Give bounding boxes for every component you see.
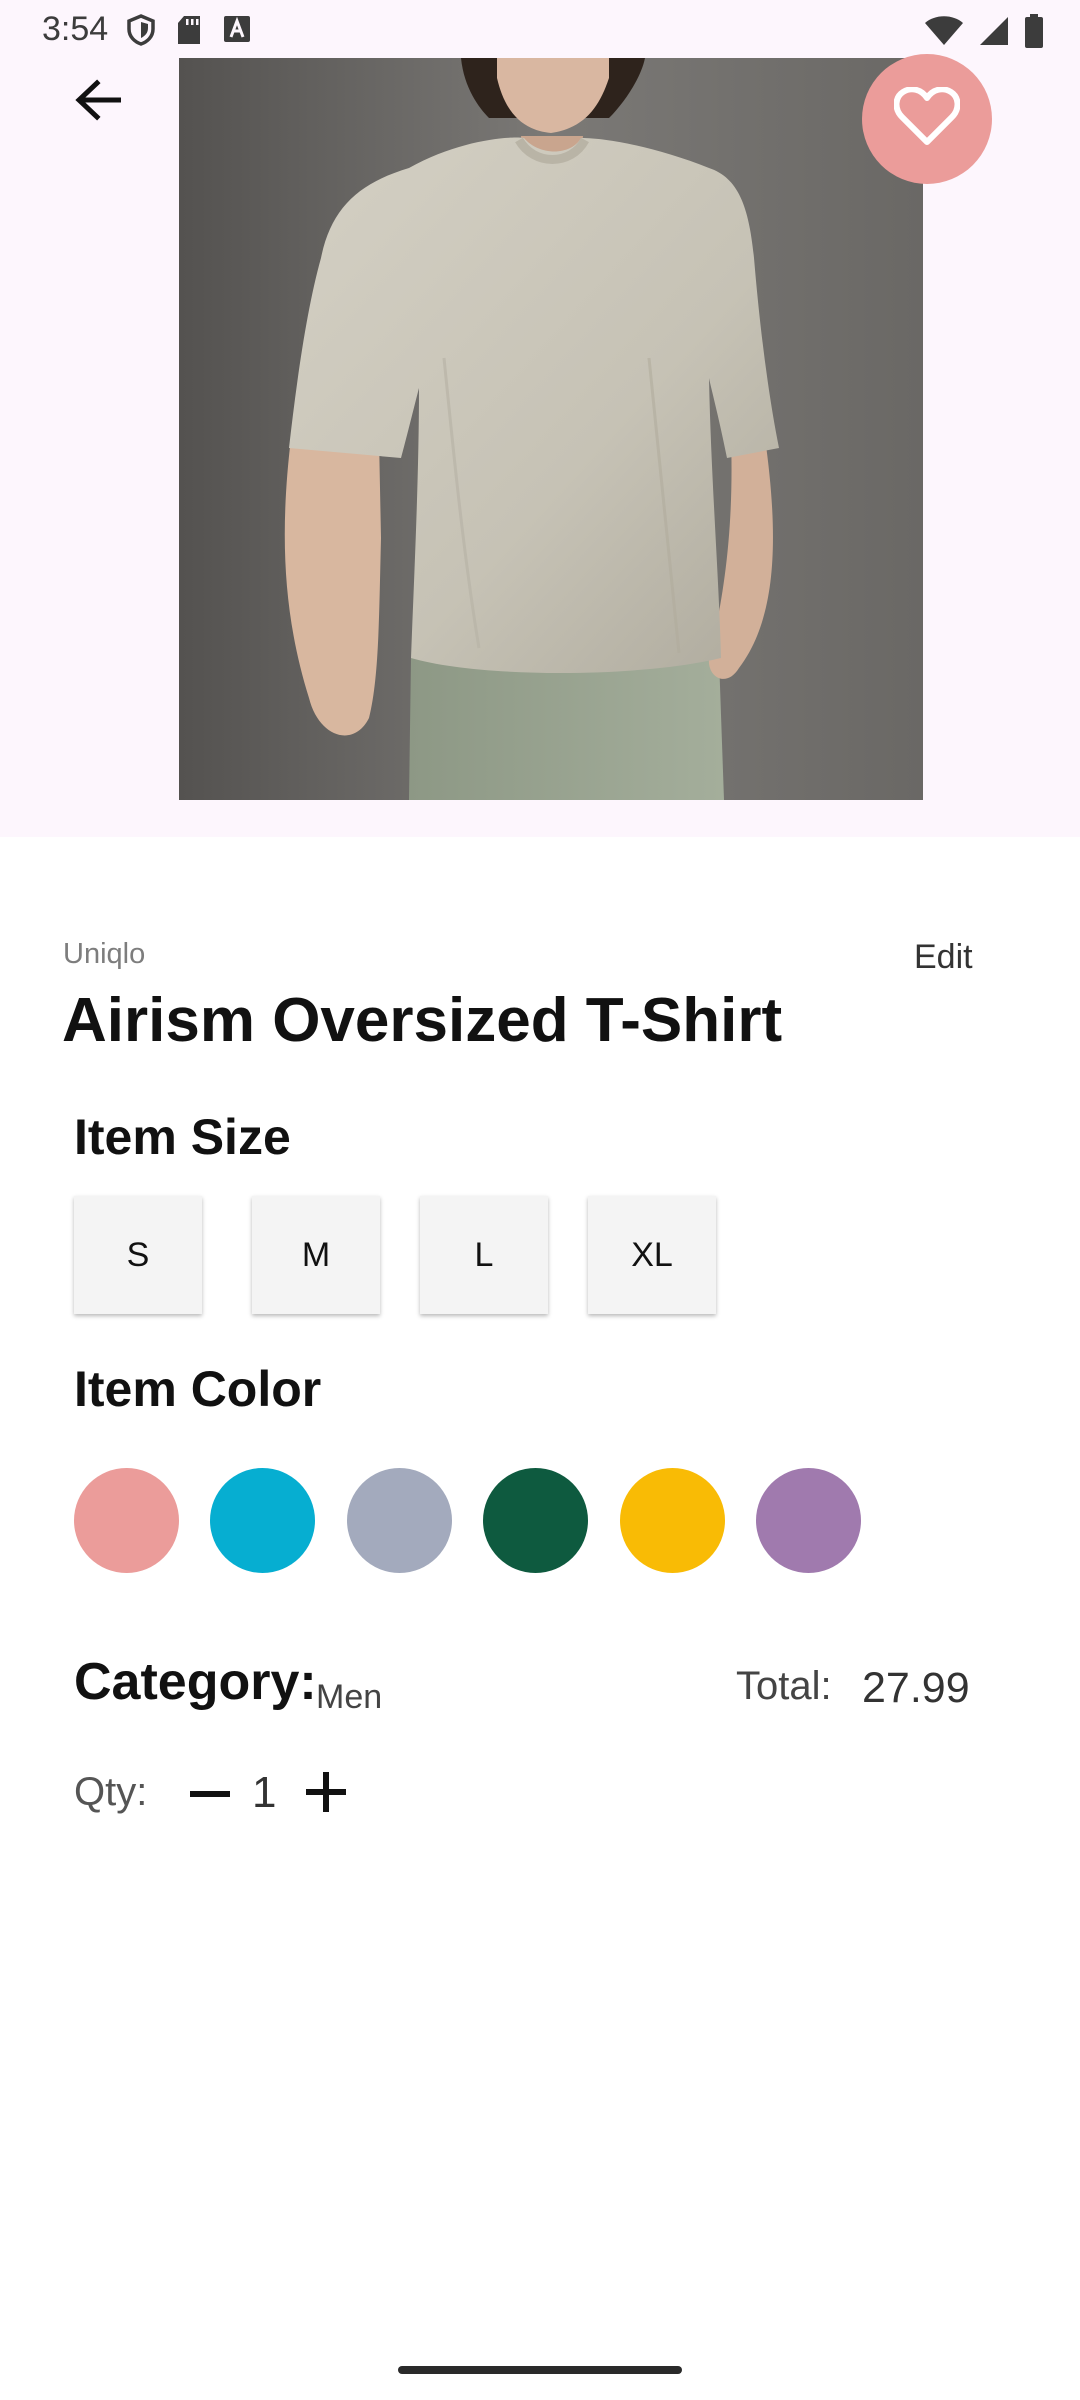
product-photo <box>179 58 923 800</box>
product-detail-screen: 3:54 Uniqlo Edit Airism Oversized T-Shir… <box>0 0 1080 2400</box>
status-icons-right <box>924 14 1044 53</box>
qty-value: 1 <box>252 1768 277 1817</box>
shield-icon <box>126 14 156 51</box>
signal-icon <box>978 15 1010 52</box>
status-time: 3:54 <box>42 10 109 48</box>
size-option-m[interactable]: M <box>252 1196 380 1314</box>
size-option-xl[interactable]: XL <box>588 1196 716 1314</box>
status-icons-left <box>126 14 252 51</box>
color-swatch-purple[interactable] <box>756 1468 861 1573</box>
wifi-icon <box>924 15 964 52</box>
product-title: Airism Oversized T-Shirt <box>62 986 783 1055</box>
sd-card-icon <box>176 14 202 51</box>
product-hero: 3:54 <box>0 0 1080 837</box>
status-bar: 3:54 <box>0 0 1080 60</box>
arrow-back-icon <box>75 78 122 126</box>
minus-icon <box>190 1785 230 1803</box>
size-option-s[interactable]: S <box>74 1196 202 1314</box>
qty-decrease-button[interactable] <box>186 1766 234 1822</box>
color-swatch-cyan[interactable] <box>210 1468 315 1573</box>
total-label: Total: <box>736 1664 832 1708</box>
plus-icon <box>306 1771 346 1817</box>
color-swatch-pink[interactable] <box>74 1468 179 1573</box>
home-indicator[interactable] <box>398 2366 682 2374</box>
edit-button[interactable]: Edit <box>914 938 973 977</box>
favorite-button[interactable] <box>862 54 992 184</box>
product-brand: Uniqlo <box>63 938 146 970</box>
battery-icon <box>1024 14 1044 53</box>
item-color-heading: Item Color <box>74 1361 322 1417</box>
color-swatch-yellow[interactable] <box>620 1468 725 1573</box>
category-label: Category: <box>74 1653 317 1711</box>
qty-label: Qty: <box>74 1770 148 1814</box>
category-value: Men <box>316 1678 383 1716</box>
qty-increase-button[interactable] <box>302 1766 350 1822</box>
item-size-heading: Item Size <box>74 1109 291 1165</box>
heart-outline-icon <box>893 85 961 152</box>
keyboard-icon <box>222 14 252 51</box>
color-swatch-gray[interactable] <box>347 1468 452 1573</box>
color-swatch-green[interactable] <box>483 1468 588 1573</box>
total-value: 27.99 <box>862 1664 970 1712</box>
size-option-l[interactable]: L <box>420 1196 548 1314</box>
back-button[interactable] <box>62 66 134 138</box>
